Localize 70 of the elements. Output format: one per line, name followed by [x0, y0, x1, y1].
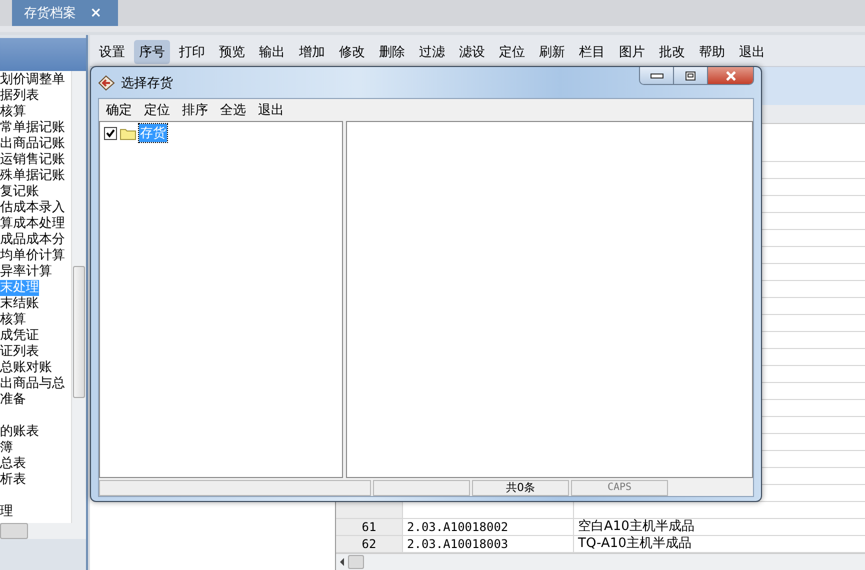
menu-item[interactable]: 算成本处理: [0, 216, 65, 232]
status-text: 共0条: [472, 480, 569, 496]
toolbar-button[interactable]: 批改: [654, 40, 690, 64]
menu-item[interactable]: 核算: [0, 312, 26, 328]
toolbar-button[interactable]: 定位: [139, 100, 175, 120]
close-icon: [724, 70, 736, 80]
menu-item[interactable]: 估成本录入: [0, 200, 65, 216]
table-cell: 2.03.A10018002: [402, 519, 574, 535]
toolbar-button[interactable]: 确定: [101, 100, 137, 120]
toolbar-button[interactable]: 增加: [294, 40, 330, 64]
horizontal-scrollbar[interactable]: [0, 523, 86, 539]
toolbar-button[interactable]: 排序: [177, 100, 213, 120]
menu-item[interactable]: 的账表: [0, 424, 39, 440]
menu-item[interactable]: 运销售记账: [0, 152, 65, 168]
minimize-button[interactable]: [640, 67, 674, 84]
document-tab[interactable]: 存货档案 ×: [12, 0, 118, 26]
maximize-icon: [685, 70, 696, 80]
toolbar-button[interactable]: 删除: [374, 40, 410, 64]
menu-item[interactable]: 异率计算: [0, 264, 52, 280]
menu-item[interactable]: 析表: [0, 472, 26, 488]
row-number: 62: [336, 536, 402, 552]
toolbar-button[interactable]: 刷新: [534, 40, 570, 64]
toolbar-button[interactable]: 退出: [253, 100, 289, 120]
toolbar-button[interactable]: 滤设: [454, 40, 490, 64]
menu-item[interactable]: 据列表: [0, 88, 39, 104]
toolbar-button[interactable]: 栏目: [574, 40, 610, 64]
menu-item[interactable]: 成凭证: [0, 328, 39, 344]
toolbar-button[interactable]: 帮助: [694, 40, 730, 64]
menu-item[interactable]: 划价调整单: [0, 72, 65, 88]
menu-item[interactable]: 证列表: [0, 344, 39, 360]
vertical-scrollbar[interactable]: [71, 71, 86, 523]
minimize-icon: [650, 72, 664, 78]
checkbox[interactable]: [104, 126, 117, 140]
toolbar-button[interactable]: 序号: [134, 40, 170, 64]
menu-item[interactable]: 出商品与总: [0, 376, 65, 392]
toolbar-button[interactable]: 输出: [254, 40, 290, 64]
toolbar-button[interactable]: 修改: [334, 40, 370, 64]
table-cell-text: TQ-A10主机半成品: [577, 536, 692, 552]
toolbar-button[interactable]: 过滤: [414, 40, 450, 64]
toolbar-button[interactable]: 退出: [734, 40, 770, 64]
table-cell: 2.03.A10018003: [402, 536, 574, 552]
menu-item[interactable]: 末结账: [0, 296, 39, 312]
menu-item[interactable]: 均单价计算: [0, 248, 65, 264]
close-button[interactable]: [708, 67, 753, 84]
app-icon: [98, 74, 115, 90]
toolbar-button[interactable]: 全选: [215, 100, 251, 120]
menu-item[interactable]: 常单据记账: [0, 120, 65, 136]
menu-item[interactable]: 复记账: [0, 184, 39, 200]
menu-item[interactable]: 总表: [0, 456, 26, 472]
close-icon[interactable]: ×: [90, 5, 102, 21]
menu-item[interactable]: 簿: [0, 440, 13, 456]
horizontal-scrollbar[interactable]: [336, 553, 865, 570]
toolbar-button[interactable]: 预览: [214, 40, 250, 64]
maximize-button[interactable]: [674, 67, 708, 84]
menu-item[interactable]: 成品成本分: [0, 232, 65, 248]
menu-item[interactable]: 总账对账: [0, 360, 52, 376]
toolbar-button[interactable]: 定位: [494, 40, 530, 64]
menu-item[interactable]: 殊单据记账: [0, 168, 65, 184]
menu-item[interactable]: 准备: [0, 392, 26, 408]
menu-item[interactable]: 核算: [0, 104, 26, 120]
menu-item[interactable]: 理: [0, 504, 13, 520]
toolbar-button[interactable]: 设置: [94, 40, 130, 64]
toolbar-button[interactable]: 图片: [614, 40, 650, 64]
menu-item[interactable]: 出商品记账: [0, 136, 65, 152]
folder-icon: [120, 126, 136, 140]
row-number: 61: [336, 519, 402, 535]
table-cell-text: 空白A10主机半成品: [577, 519, 696, 535]
status-text: CAPS: [571, 480, 668, 496]
dialog-title: 选择存货: [121, 74, 173, 92]
toolbar-button[interactable]: 打印: [174, 40, 210, 64]
